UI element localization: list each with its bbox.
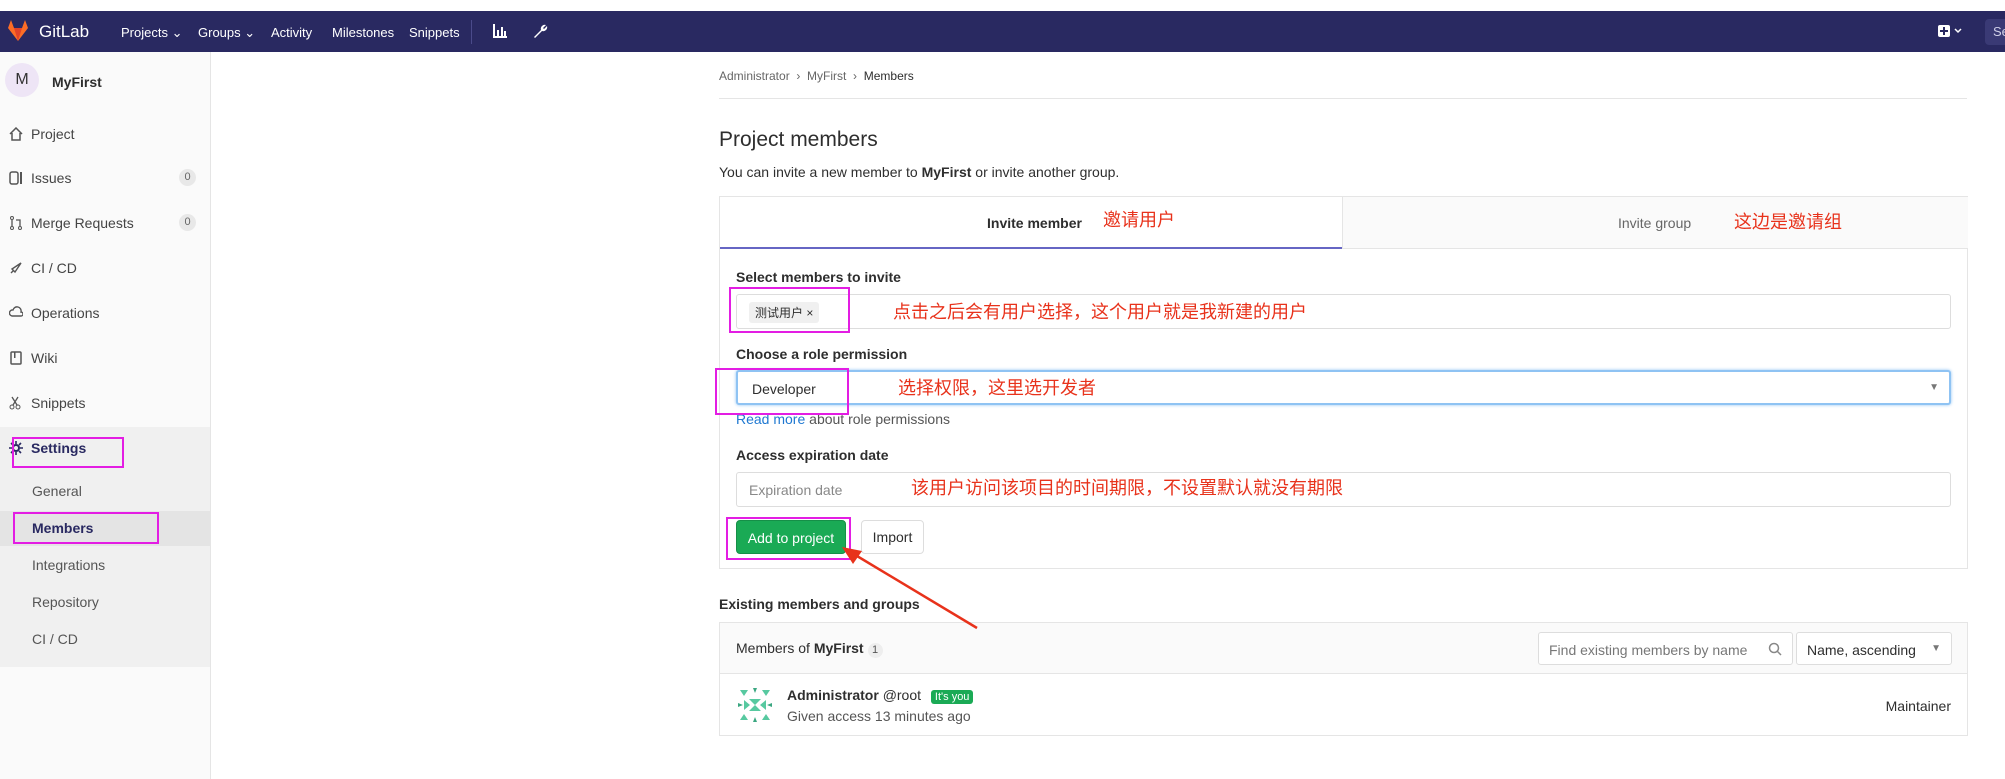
settings-sub-repository[interactable]: Repository	[32, 594, 99, 610]
project-name[interactable]: MyFirst	[52, 74, 102, 90]
sidebar-item-operations[interactable]: Operations	[0, 295, 210, 331]
search-icon[interactable]	[1768, 642, 1782, 656]
members-count-badge: 1	[867, 643, 883, 658]
member-role: Maintainer	[1885, 698, 1951, 714]
sidebar-item-label: Merge Requests	[31, 215, 134, 231]
nav-activity[interactable]: Activity	[271, 25, 312, 40]
annotation-arrow-icon	[842, 547, 978, 630]
gitlab-logo-icon[interactable]	[6, 19, 30, 43]
highlight-box-token	[729, 287, 850, 333]
annotation-invite-user: 邀请用户	[1103, 210, 1175, 231]
nav-projects[interactable]: Projects ⌄	[121, 25, 182, 41]
member-avatar[interactable]	[736, 686, 774, 724]
annotation-choose-role: 选择权限，这里选开发者	[898, 378, 1096, 399]
member-username: @root	[882, 687, 922, 703]
window-top-strip	[0, 0, 2005, 11]
select-members-label: Select members to invite	[736, 269, 901, 285]
new-dropdown-icon[interactable]	[1937, 23, 1965, 39]
tab-invite-group[interactable]: Invite group	[1342, 197, 1968, 249]
annotation-invite-group: 这边是邀请组	[1734, 212, 1842, 233]
find-members-input[interactable]: Find existing members by name	[1538, 632, 1793, 665]
sidebar-item-ci-cd[interactable]: CI / CD	[0, 250, 210, 286]
chevron-down-icon: ▼	[1931, 643, 1941, 654]
issues-icon	[9, 171, 22, 185]
intro-text-end: or invite another group.	[971, 164, 1120, 180]
settings-sub-ci-cd[interactable]: CI / CD	[32, 631, 78, 647]
settings-sub-integrations[interactable]: Integrations	[32, 557, 105, 573]
home-icon	[9, 127, 23, 141]
highlight-box-role	[715, 368, 849, 415]
expiration-placeholder: Expiration date	[749, 482, 843, 498]
its-you-badge: It's you	[930, 690, 974, 704]
breadcrumb-project[interactable]: MyFirst	[807, 69, 846, 83]
find-members-placeholder: Find existing members by name	[1549, 642, 1748, 658]
top-navbar: GitLab Projects ⌄ Groups ⌄ Activity Mile…	[0, 11, 2005, 52]
breadcrumb-separator: ›	[793, 69, 804, 83]
page-intro: You can invite a new member to MyFirst o…	[719, 164, 1119, 180]
book-icon	[10, 351, 22, 365]
search-box[interactable]: Se	[1985, 19, 2005, 45]
expiration-label: Access expiration date	[736, 447, 889, 463]
intro-text: You can invite a new member to	[719, 164, 922, 180]
rocket-icon	[10, 262, 22, 274]
merge-requests-count-badge: 0	[179, 214, 196, 231]
sidebar-item-merge-requests[interactable]: Merge Requests 0	[0, 205, 210, 241]
intro-project-name: MyFirst	[921, 164, 972, 180]
nav-groups[interactable]: Groups ⌄	[198, 25, 255, 41]
chevron-down-icon: ▼	[1929, 382, 1939, 393]
project-sidebar: M MyFirst Project Issues 0 Merge Request…	[0, 52, 211, 779]
wrench-icon[interactable]	[532, 23, 548, 39]
nav-snippets[interactable]: Snippets	[409, 25, 460, 40]
highlight-box-add-button	[726, 517, 851, 560]
tab-invite-member[interactable]: Invite member	[720, 197, 1342, 249]
tab-invite-group-label: Invite group	[1618, 215, 1692, 231]
sidebar-item-label: CI / CD	[31, 260, 77, 276]
members-panel: Members of MyFirst 1 Find existing member…	[719, 622, 1968, 736]
member-access-time: Given access 13 minutes ago	[787, 708, 971, 724]
nav-milestones[interactable]: Milestones	[332, 25, 394, 40]
sidebar-item-project[interactable]: Project	[0, 116, 210, 152]
sidebar-item-label: Issues	[31, 170, 72, 186]
sidebar-item-wiki[interactable]: Wiki	[0, 340, 210, 376]
sidebar-item-label: Operations	[31, 305, 100, 321]
nav-divider	[471, 20, 472, 44]
sidebar-item-label: Project	[31, 126, 75, 142]
sidebar-item-snippets[interactable]: Snippets	[0, 385, 210, 421]
annotation-expiry: 该用户访问该项目的时间期限，不设置默认就没有期限	[911, 478, 1343, 499]
project-avatar[interactable]: M	[5, 63, 39, 97]
page-title: Project members	[719, 128, 878, 151]
breadcrumb-members[interactable]: Members	[864, 69, 914, 83]
members-of-project: MyFirst	[813, 640, 864, 656]
settings-sub-general[interactable]: General	[32, 483, 82, 499]
role-permission-label: Choose a role permission	[736, 346, 908, 362]
sort-dropdown-value: Name, ascending	[1807, 642, 1916, 658]
highlight-box-settings	[12, 437, 124, 468]
brand-name[interactable]: GitLab	[39, 22, 89, 42]
breadcrumb-administrator[interactable]: Administrator	[719, 69, 790, 83]
issues-count-badge: 0	[179, 169, 196, 186]
member-name-line: Administrator @root It's you	[787, 687, 974, 704]
member-name[interactable]: Administrator	[787, 687, 879, 703]
members-of-text: Members of	[736, 640, 814, 656]
breadcrumb-separator: ›	[849, 69, 861, 83]
highlight-box-members	[13, 512, 159, 544]
scissors-icon	[9, 396, 21, 410]
chart-icon[interactable]	[492, 23, 508, 39]
breadcrumb-divider	[719, 98, 1967, 99]
tab-invite-member-label: Invite member	[987, 215, 1082, 231]
merge-request-icon	[10, 216, 22, 230]
breadcrumb: Administrator › MyFirst › Members	[719, 69, 914, 83]
sidebar-item-issues[interactable]: Issues 0	[0, 160, 210, 196]
sidebar-item-label: Snippets	[31, 395, 86, 411]
sort-dropdown[interactable]: Name, ascending ▼	[1796, 632, 1952, 665]
annotation-select-user: 点击之后会有用户选择，这个用户就是我新建的用户	[893, 302, 1307, 323]
cloud-gear-icon	[9, 306, 23, 317]
members-of-heading: Members of MyFirst 1	[736, 640, 883, 658]
sidebar-item-label: Wiki	[31, 350, 58, 366]
